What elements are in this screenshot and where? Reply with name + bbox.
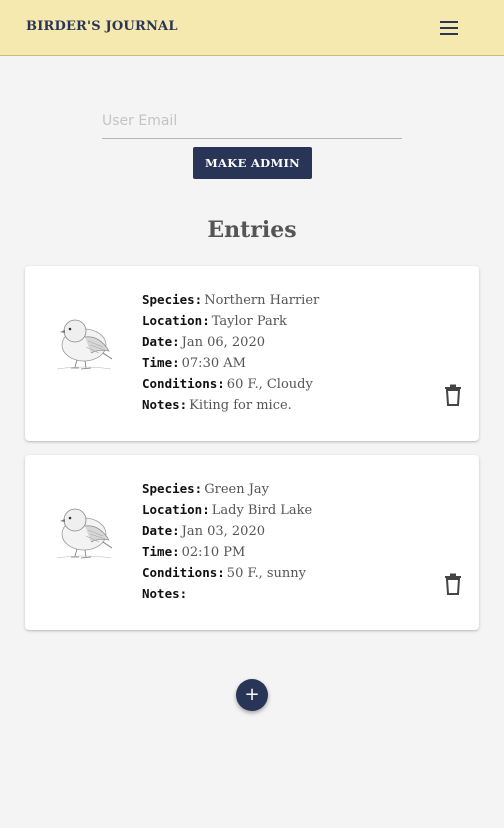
app-title[interactable]: BIRDER'S JOURNAL: [26, 19, 178, 34]
date-value: Jan 03, 2020: [181, 524, 265, 539]
date-value: Jan 06, 2020: [181, 335, 265, 350]
user-email-input[interactable]: [102, 104, 402, 139]
conditions-label: Conditions:: [142, 376, 225, 391]
bird-sketch-icon: [56, 319, 113, 370]
species-label: Species:: [142, 481, 203, 496]
conditions-value: 50 F., sunny: [226, 566, 306, 581]
notes-label: Notes:: [142, 586, 188, 601]
hamburger-menu-icon[interactable]: [433, 14, 465, 42]
notes-value: Kiting for mice.: [189, 398, 292, 413]
time-label: Time:: [142, 355, 180, 370]
trash-icon[interactable]: [443, 384, 463, 406]
location-value: Taylor Park: [211, 314, 287, 329]
app-bar: BIRDER'S JOURNAL: [0, 0, 504, 56]
date-label: Date:: [142, 523, 180, 538]
notes-label: Notes:: [142, 397, 188, 412]
species-label: Species:: [142, 292, 203, 307]
conditions-label: Conditions:: [142, 565, 225, 580]
time-value: 02:10 PM: [181, 545, 246, 560]
entry-fields: Species: Northern Harrier Location: Taylor…: [142, 288, 319, 414]
add-entry-button[interactable]: +: [236, 679, 268, 711]
species-value: Green Jay: [204, 482, 270, 497]
location-value: Lady Bird Lake: [211, 503, 313, 518]
entry-fields: Species: Green Jay Location: Lady Bird Lak…: [142, 477, 312, 603]
trash-icon[interactable]: [443, 573, 463, 595]
time-label: Time:: [142, 544, 180, 559]
conditions-value: 60 F., Cloudy: [226, 377, 313, 392]
time-value: 07:30 AM: [181, 356, 246, 371]
location-label: Location:: [142, 502, 210, 517]
entry-card: Species: Green Jay Location: Lady Bird Lak…: [25, 455, 479, 630]
entries-heading: Entries: [207, 217, 297, 243]
bird-sketch-icon: [56, 508, 113, 559]
date-label: Date:: [142, 334, 180, 349]
location-label: Location:: [142, 313, 210, 328]
species-value: Northern Harrier: [204, 293, 320, 308]
entry-card: Species: Northern Harrier Location: Taylor…: [25, 266, 479, 441]
make-admin-button[interactable]: MAKE ADMIN: [193, 147, 312, 179]
